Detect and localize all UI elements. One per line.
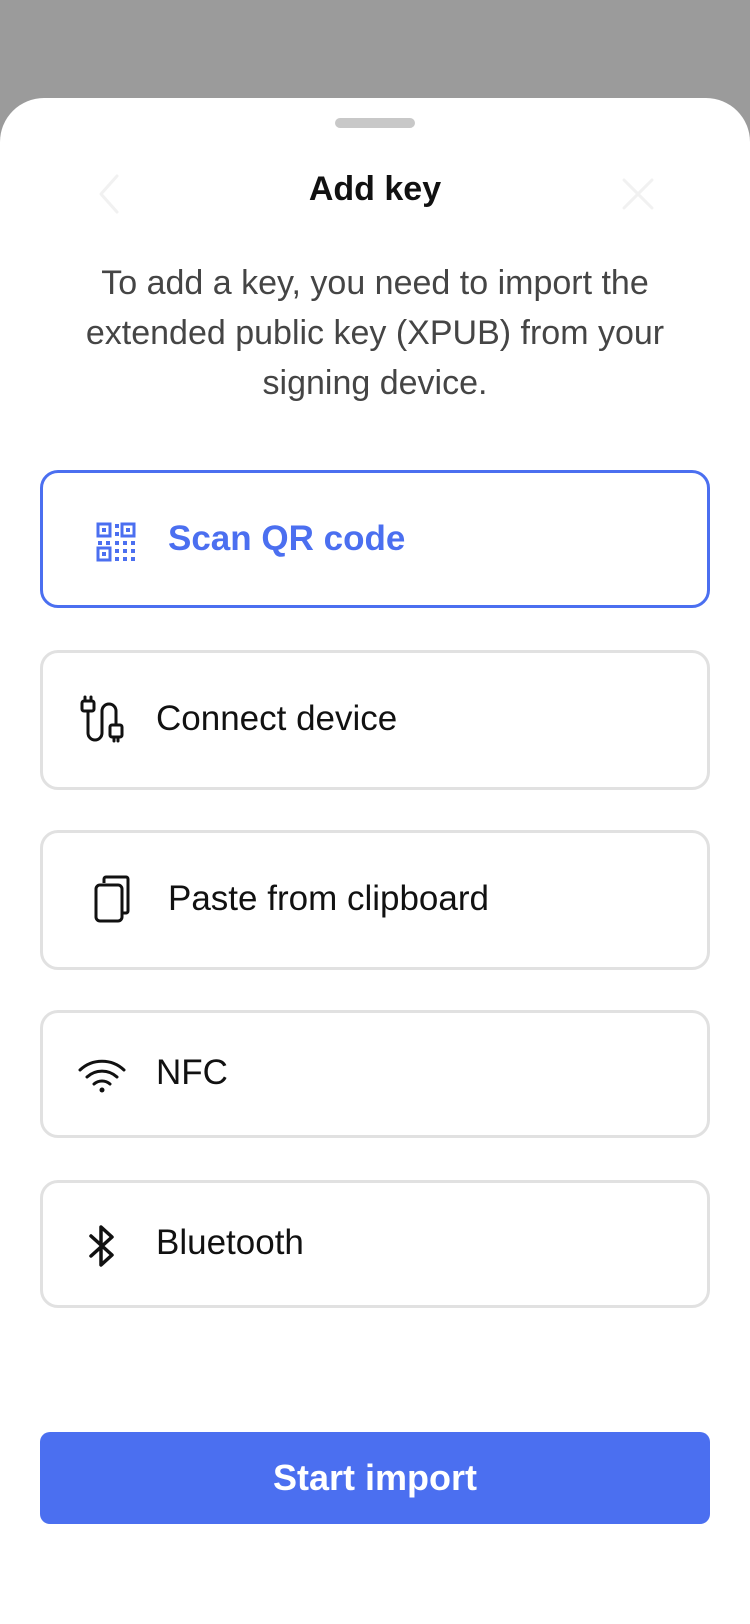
usb-cable-icon — [77, 695, 127, 745]
start-import-button[interactable]: Start import — [40, 1432, 710, 1524]
wifi-icon — [77, 1051, 127, 1101]
option-label: Paste from clipboard — [168, 879, 489, 918]
clipboard-icon — [87, 875, 137, 925]
option-scan-qr[interactable]: Scan QR code — [40, 470, 710, 608]
option-connect-device[interactable]: Connect device — [40, 650, 710, 790]
sheet-grabber[interactable] — [335, 118, 415, 128]
bottom-sheet: Add key To add a key, you need to import… — [0, 98, 750, 1624]
bluetooth-icon — [77, 1221, 127, 1271]
option-label: Connect device — [156, 699, 398, 738]
option-paste-clipboard[interactable]: Paste from clipboard — [40, 830, 710, 970]
option-bluetooth[interactable]: Bluetooth — [40, 1180, 710, 1308]
option-nfc[interactable]: NFC — [40, 1010, 710, 1138]
qr-code-icon — [91, 517, 141, 567]
option-label: Scan QR code — [168, 519, 406, 558]
option-label: NFC — [156, 1053, 228, 1092]
close-icon[interactable] — [616, 172, 660, 216]
option-label: Bluetooth — [156, 1223, 304, 1262]
instruction-text: To add a key, you need to import the ext… — [85, 264, 665, 402]
